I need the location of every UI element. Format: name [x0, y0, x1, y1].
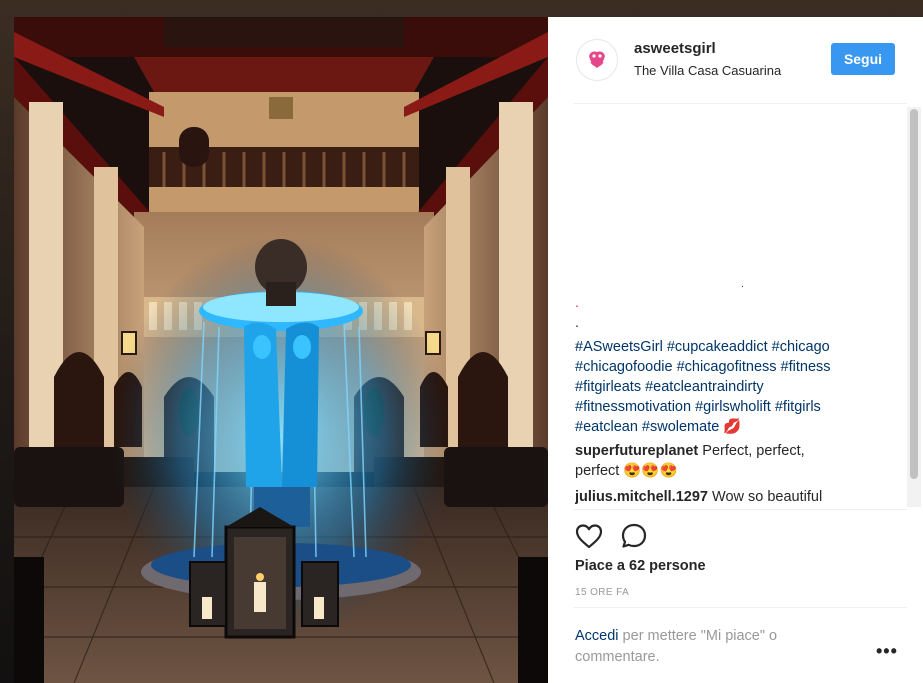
- post-timestamp[interactable]: 15 ORE FA: [575, 587, 629, 598]
- post-location[interactable]: The Villa Casa Casuarina: [634, 63, 781, 78]
- post-photo[interactable]: [14, 17, 548, 683]
- comment-text: perfect 😍😍😍: [575, 463, 678, 479]
- footer-divider: [574, 607, 907, 608]
- comment-item: superfutureplanet Perfect, perfect, perf…: [575, 441, 875, 481]
- caption-hashtags: #ASweetsGirl #cupcakeaddict #chicago #ch…: [575, 337, 885, 437]
- post-side-panel: asweetsgirl The Villa Casa Casuarina Seg…: [548, 17, 923, 683]
- comment-icon[interactable]: [619, 521, 649, 551]
- kiss-emoji: 💋: [723, 419, 742, 435]
- login-prompt: Accedi per mettere "Mi piace" o commenta…: [575, 626, 855, 668]
- caption-line-last: #eatclean #swolemate 💋: [575, 417, 885, 437]
- login-link[interactable]: Accedi: [575, 628, 619, 644]
- actions-divider: [574, 509, 907, 510]
- caption-line[interactable]: #chicagofoodie #chicagofitness #fitness: [575, 357, 885, 377]
- comment-text: Perfect, perfect,: [702, 443, 805, 459]
- courtyard-fountain-image: [14, 17, 548, 683]
- comment-username[interactable]: julius.mitchell.1297: [575, 489, 708, 505]
- comment-username[interactable]: superfutureplanet: [575, 443, 698, 459]
- caption-dot-2: .: [575, 314, 579, 330]
- comments-area[interactable]: . . . . #ASweetsGirl #cupcakeaddict #chi…: [575, 103, 905, 510]
- avatar-logo-icon: [579, 42, 615, 78]
- caption-dot-1: .: [575, 294, 579, 310]
- post-modal: asweetsgirl The Villa Casa Casuarina Seg…: [14, 17, 923, 683]
- heart-icon[interactable]: [574, 521, 604, 551]
- post-username[interactable]: asweetsgirl: [634, 40, 716, 57]
- caption-line[interactable]: #fitnessmotivation #girlswholift #fitgir…: [575, 397, 885, 417]
- comment-text: Wow so beautiful: [712, 489, 823, 505]
- caption-line[interactable]: #fitgirleats #eatcleantraindirty: [575, 377, 885, 397]
- avatar[interactable]: [576, 39, 618, 81]
- caption-stray-dot: .: [741, 279, 744, 290]
- likes-count[interactable]: Piace a 62 persone: [575, 558, 706, 574]
- comment-item: julius.mitchell.1297 Wow so beautiful: [575, 487, 875, 507]
- post-header: asweetsgirl The Villa Casa Casuarina Seg…: [548, 17, 909, 103]
- caption-line[interactable]: #ASweetsGirl #cupcakeaddict #chicago: [575, 337, 885, 357]
- caption-line[interactable]: #eatclean #swolemate: [575, 419, 719, 435]
- follow-button[interactable]: Segui: [831, 43, 895, 75]
- more-options-icon[interactable]: •••: [876, 641, 898, 662]
- comments-scrollbar-thumb[interactable]: [910, 109, 918, 479]
